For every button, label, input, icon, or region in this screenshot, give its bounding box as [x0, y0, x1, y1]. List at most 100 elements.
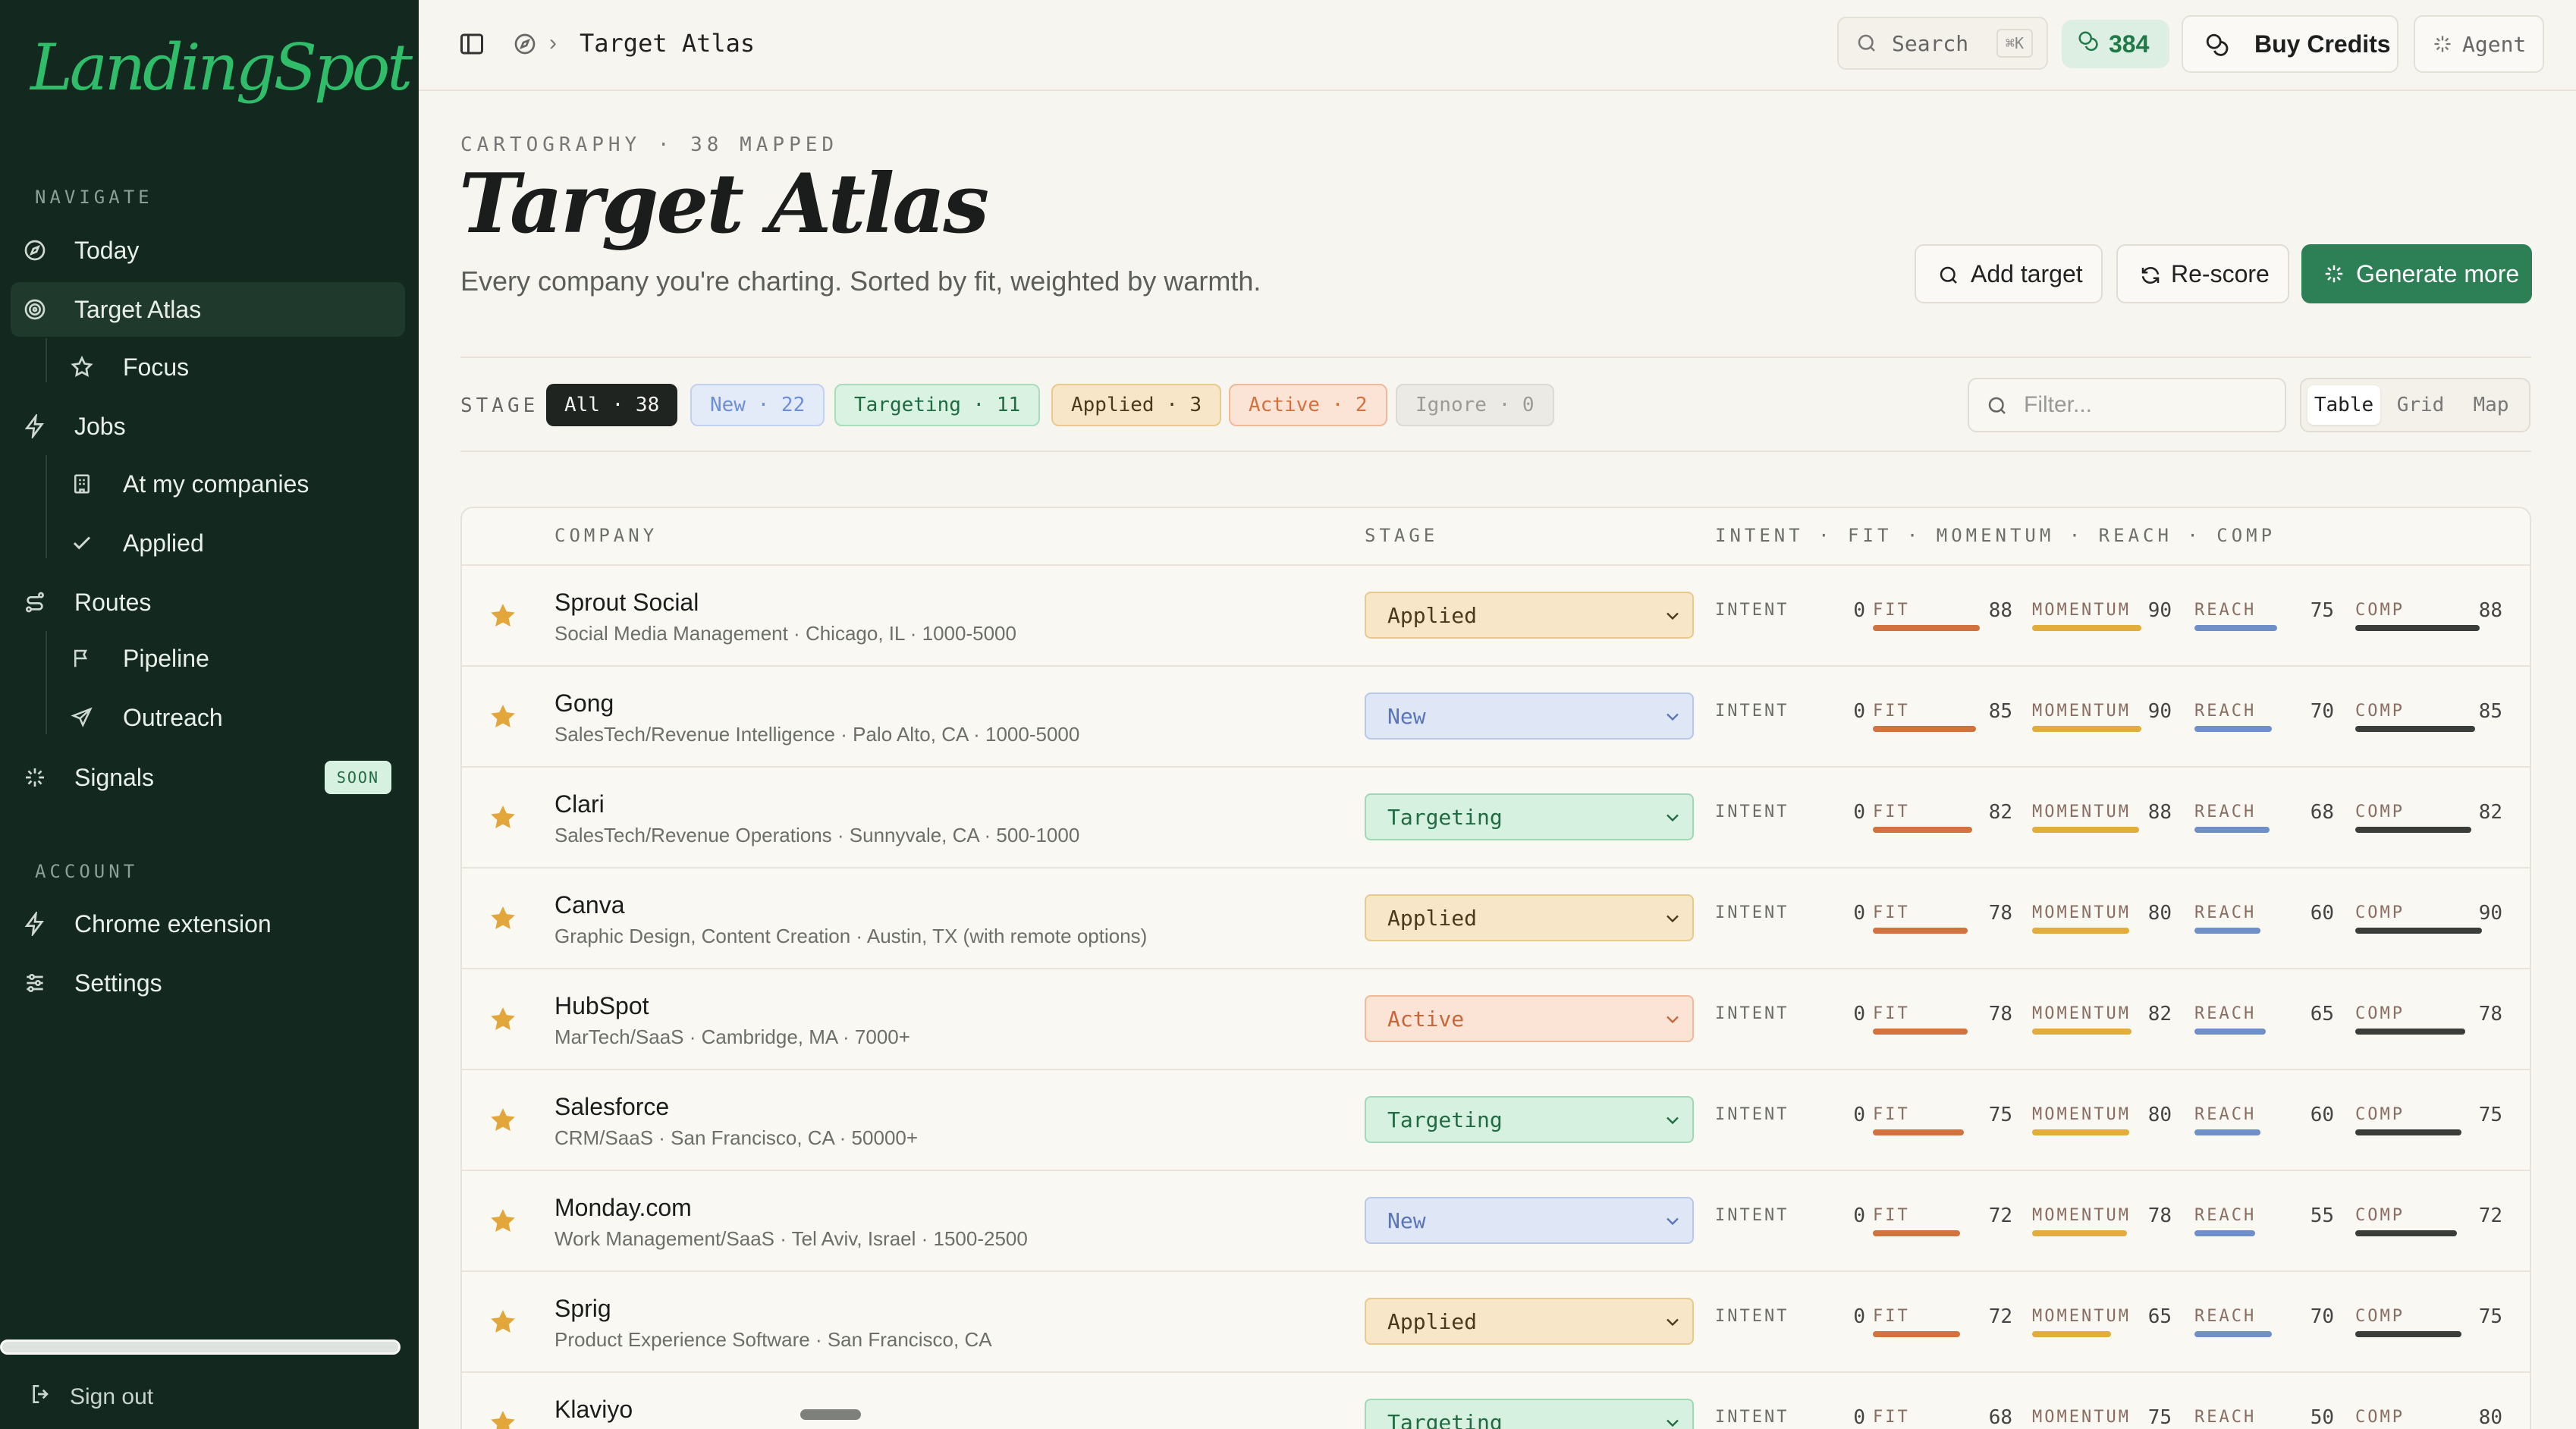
table-row[interactable]: Canva Graphic Design, Content Creation · … [462, 867, 2530, 968]
credits-count: 384 [2109, 30, 2150, 58]
stage-chip-all[interactable]: All · 38 [546, 384, 678, 426]
column-header-stage[interactable]: STAGE [1365, 525, 1438, 546]
stage-select[interactable]: Targeting [1365, 1399, 1694, 1429]
chevron-down-icon [1662, 1110, 1683, 1136]
generate-more-button[interactable]: Generate more [2301, 244, 2532, 303]
star-icon[interactable] [488, 601, 518, 631]
sidebar-item-settings[interactable]: Settings [11, 956, 405, 1010]
stage-select[interactable]: Active [1365, 995, 1694, 1042]
reach-value: 70 [2310, 700, 2334, 723]
sidebar-item-label: Routes [74, 588, 152, 616]
stage-select[interactable]: Applied [1365, 894, 1694, 941]
view-switcher: Table Grid Map [2300, 378, 2530, 432]
star-icon[interactable] [488, 1004, 518, 1035]
stage-chip-ignore[interactable]: Ignore · 0 [1396, 384, 1554, 426]
stage-select[interactable]: Applied [1365, 592, 1694, 639]
table-row[interactable]: Clari SalesTech/Revenue Operations · Sunn… [462, 766, 2530, 867]
view-option-grid[interactable]: Grid [2389, 385, 2452, 425]
column-header-scores[interactable]: INTENT · FIT · MOMENTUM · REACH · COMP [1715, 525, 2276, 546]
sidebar-item-target-atlas[interactable]: Target Atlas [11, 282, 405, 337]
table-scroll-thumb[interactable] [800, 1409, 861, 1420]
company-name[interactable]: Canva [554, 891, 625, 919]
company-name[interactable]: Sprig [554, 1295, 611, 1323]
fit-label: FIT [1873, 1307, 1910, 1326]
reach-bar [2194, 1129, 2260, 1135]
sidebar-toggle-icon[interactable] [458, 30, 485, 58]
stage-select[interactable]: New [1365, 1197, 1694, 1244]
star-icon[interactable] [488, 1105, 518, 1135]
company-name[interactable]: Gong [554, 689, 614, 718]
filter-input[interactable]: Filter... [1968, 378, 2286, 432]
reach-label: REACH [2194, 1004, 2257, 1023]
lightning-icon [21, 910, 49, 937]
table-row[interactable]: Monday.com Work Management/SaaS · Tel Avi… [462, 1170, 2530, 1270]
stage-select[interactable]: Targeting [1365, 1096, 1694, 1143]
sidebar-item-label: Settings [74, 969, 162, 997]
table-row[interactable]: Sprig Product Experience Software · San F… [462, 1270, 2530, 1371]
company-name[interactable]: Monday.com [554, 1194, 692, 1222]
table-row[interactable]: HubSpot MarTech/SaaS · Cambridge, MA · 70… [462, 968, 2530, 1069]
star-icon[interactable] [488, 802, 518, 833]
chevron-down-icon [1662, 908, 1683, 934]
agent-label: Agent [2462, 31, 2527, 57]
stage-chip-applied[interactable]: Applied · 3 [1051, 384, 1222, 426]
stage-select[interactable]: Targeting [1365, 793, 1694, 840]
star-icon[interactable] [488, 702, 518, 732]
generate-more-label: Generate more [2356, 259, 2520, 287]
add-target-button[interactable]: Add target [1915, 244, 2103, 303]
sidebar-item-today[interactable]: Today [11, 223, 405, 278]
agent-button[interactable]: Agent [2414, 15, 2544, 73]
company-name[interactable]: Clari [554, 790, 605, 818]
sidebar-item-routes[interactable]: Routes [11, 575, 405, 630]
sidebar-item-pipeline[interactable]: Pipeline [11, 631, 405, 686]
stage-select[interactable]: Applied [1365, 1298, 1694, 1345]
table-row[interactable]: Sprout Social Social Media Management · C… [462, 564, 2530, 665]
table-row[interactable]: Salesforce CRM/SaaS · San Francisco, CA ·… [462, 1069, 2530, 1170]
table-row[interactable]: Klaviyo Targeting INTENT 0 FIT 68 MOMENTUM 75 RE… [462, 1371, 2530, 1429]
table-row[interactable]: Gong SalesTech/Revenue Intelligence · Pal… [462, 665, 2530, 766]
sidebar-item-outreach[interactable]: Outreach [11, 690, 405, 745]
company-name[interactable]: Sprout Social [554, 589, 699, 617]
momentum-bar [2032, 726, 2141, 732]
sidebar-item-applied[interactable]: Applied [11, 516, 405, 570]
add-target-label: Add target [1971, 259, 2083, 287]
sign-out-button[interactable]: Sign out [29, 1382, 153, 1412]
sidebar-item-focus[interactable]: Focus [11, 340, 405, 394]
sidebar-item-signals[interactable]: Signals SOON [11, 750, 405, 805]
stage-chip-new[interactable]: New · 22 [690, 384, 825, 426]
comp-label: COMP [2355, 601, 2405, 620]
comp-bar [2355, 1029, 2465, 1035]
stage-chip-targeting[interactable]: Targeting · 11 [834, 384, 1041, 426]
sparkle-icon [2432, 33, 2453, 60]
intent-label: INTENT [1715, 903, 1789, 922]
app-logo[interactable]: LandingSpot [30, 30, 413, 105]
star-icon[interactable] [488, 1307, 518, 1337]
sidebar-item-chrome-extension[interactable]: Chrome extension [11, 897, 405, 951]
reach-metric: REACH 75 [2194, 599, 2334, 637]
stage-select[interactable]: New [1365, 693, 1694, 740]
star-icon[interactable] [488, 903, 518, 934]
column-header-company[interactable]: COMPANY [554, 525, 658, 546]
company-name[interactable]: HubSpot [554, 992, 649, 1020]
rescore-button[interactable]: Re-score [2116, 244, 2289, 303]
company-name[interactable]: Klaviyo [554, 1396, 633, 1424]
sidebar-item-jobs[interactable]: Jobs [11, 399, 405, 454]
sidebar-scrollbar[interactable] [0, 1339, 401, 1355]
view-option-table[interactable]: Table [2307, 385, 2380, 425]
stage-chip-active[interactable]: Active · 2 [1229, 384, 1387, 426]
view-option-map[interactable]: Map [2461, 385, 2521, 425]
credits-badge[interactable]: 384 [2062, 20, 2169, 68]
page-eyebrow: CARTOGRAPHY · 38 MAPPED [460, 133, 839, 156]
sidebar-item-at-my-companies[interactable]: At my companies [11, 457, 405, 511]
company-name[interactable]: Salesforce [554, 1093, 669, 1121]
stage-select-value: Targeting [1387, 804, 1503, 830]
star-icon[interactable] [488, 1408, 518, 1429]
comp-metric: COMP 82 [2355, 801, 2502, 839]
breadcrumb: Target Atlas [580, 29, 756, 58]
fit-metric: FIT 72 [1873, 1204, 2012, 1242]
reach-label: REACH [2194, 601, 2257, 620]
star-icon[interactable] [488, 1206, 518, 1236]
send-icon [68, 704, 96, 731]
buy-credits-button[interactable]: Buy Credits [2182, 15, 2399, 73]
search-button[interactable]: Search ⌘K [1837, 17, 2048, 70]
